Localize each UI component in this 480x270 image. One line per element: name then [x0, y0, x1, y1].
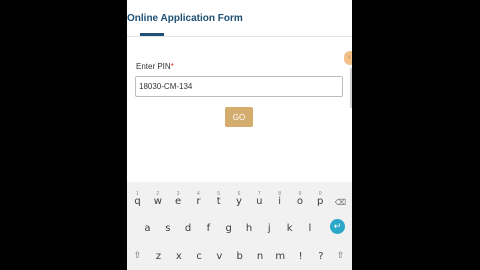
key-label: v: [216, 251, 223, 262]
key-v[interactable]: v: [211, 245, 228, 265]
chevron-left-icon: ‹: [348, 54, 351, 61]
enter-icon: ↵: [333, 221, 342, 231]
enter-key[interactable]: ↵: [330, 219, 345, 234]
key-label: f: [206, 223, 211, 234]
app-header: Online Application Form: [127, 0, 352, 37]
key-j[interactable]: j: [261, 217, 278, 237]
key-label: ⇧: [133, 251, 142, 261]
key-label: !: [298, 251, 303, 262]
header-divider: [127, 36, 352, 37]
key-label: s: [165, 223, 171, 234]
key-l[interactable]: l: [301, 217, 318, 237]
key-h[interactable]: h: [241, 217, 258, 237]
pin-label: Enter PIN*: [136, 62, 174, 71]
key-k[interactable]: k: [281, 217, 298, 237]
key-label: c: [196, 251, 202, 262]
key-x[interactable]: x: [170, 245, 187, 265]
key-y[interactable]: 6y: [231, 187, 248, 207]
key-f[interactable]: f: [200, 217, 217, 237]
key-label: x: [175, 251, 182, 262]
key-label: j: [267, 223, 271, 234]
required-asterisk: *: [170, 62, 174, 71]
scrollbar[interactable]: [350, 68, 352, 108]
key-label: n: [256, 251, 264, 262]
key-label: w: [153, 196, 162, 207]
key-s[interactable]: s: [159, 217, 176, 237]
key-label: b: [236, 251, 243, 262]
key-label: q: [134, 196, 141, 207]
key-label: y: [236, 196, 242, 207]
key-label: l: [308, 223, 312, 234]
key-label: t: [216, 196, 221, 207]
key-n[interactable]: n: [252, 245, 269, 265]
shift-key[interactable]: ⇧: [129, 245, 146, 265]
key-m[interactable]: m: [272, 245, 289, 265]
pin-label-text: Enter PIN: [136, 62, 171, 71]
page-title: Online Application Form: [127, 13, 243, 24]
key-b[interactable]: b: [231, 245, 248, 265]
key-label: i: [278, 196, 281, 207]
key-u[interactable]: 7u: [251, 187, 268, 207]
key-label: ⇧: [336, 251, 345, 261]
key-?[interactable]: ?: [312, 245, 329, 265]
key-label: g: [225, 223, 232, 234]
key-label: h: [245, 223, 253, 234]
key-p[interactable]: 0p: [312, 187, 329, 207]
key-q[interactable]: 1q: [129, 187, 146, 207]
key-i[interactable]: 8i: [271, 187, 288, 207]
key-label: o: [296, 196, 303, 207]
delete-key[interactable]: ⌫: [332, 187, 349, 207]
app-screen: Online Application Form ‹ Enter PIN* GO …: [127, 0, 352, 270]
key-label: r: [196, 196, 201, 207]
key-label: a: [144, 223, 151, 234]
pin-input[interactable]: [135, 76, 343, 97]
key-label: d: [184, 223, 192, 234]
key-z[interactable]: z: [150, 245, 167, 265]
key-label: k: [286, 223, 293, 234]
key-a[interactable]: a: [139, 217, 156, 237]
key-label: p: [317, 196, 324, 207]
key-label: e: [175, 196, 182, 207]
key-c[interactable]: c: [191, 245, 208, 265]
go-button[interactable]: GO: [225, 107, 253, 127]
key-label: u: [256, 196, 263, 207]
key-e[interactable]: 3e: [170, 187, 187, 207]
shift-key-right[interactable]: ⇧: [332, 245, 349, 265]
on-screen-keyboard: 1 q 2 w 3 e 4 r 5 t 6 y 7 u 8 i 9 o 0 p ⌫ a s d f g h j k l ↵ ⇧ z x c v b n m!…: [127, 182, 352, 270]
key-label: z: [155, 251, 162, 262]
key-![interactable]: !: [292, 245, 309, 265]
key-r[interactable]: 4r: [190, 187, 207, 207]
key-d[interactable]: d: [180, 217, 197, 237]
key-g[interactable]: g: [220, 217, 237, 237]
key-t[interactable]: 5t: [210, 187, 227, 207]
key-w[interactable]: 2w: [149, 187, 166, 207]
key-o[interactable]: 9o: [291, 187, 308, 207]
key-label: ?: [318, 251, 324, 262]
key-label: ⌫: [334, 198, 347, 207]
key-label: m: [275, 251, 286, 262]
